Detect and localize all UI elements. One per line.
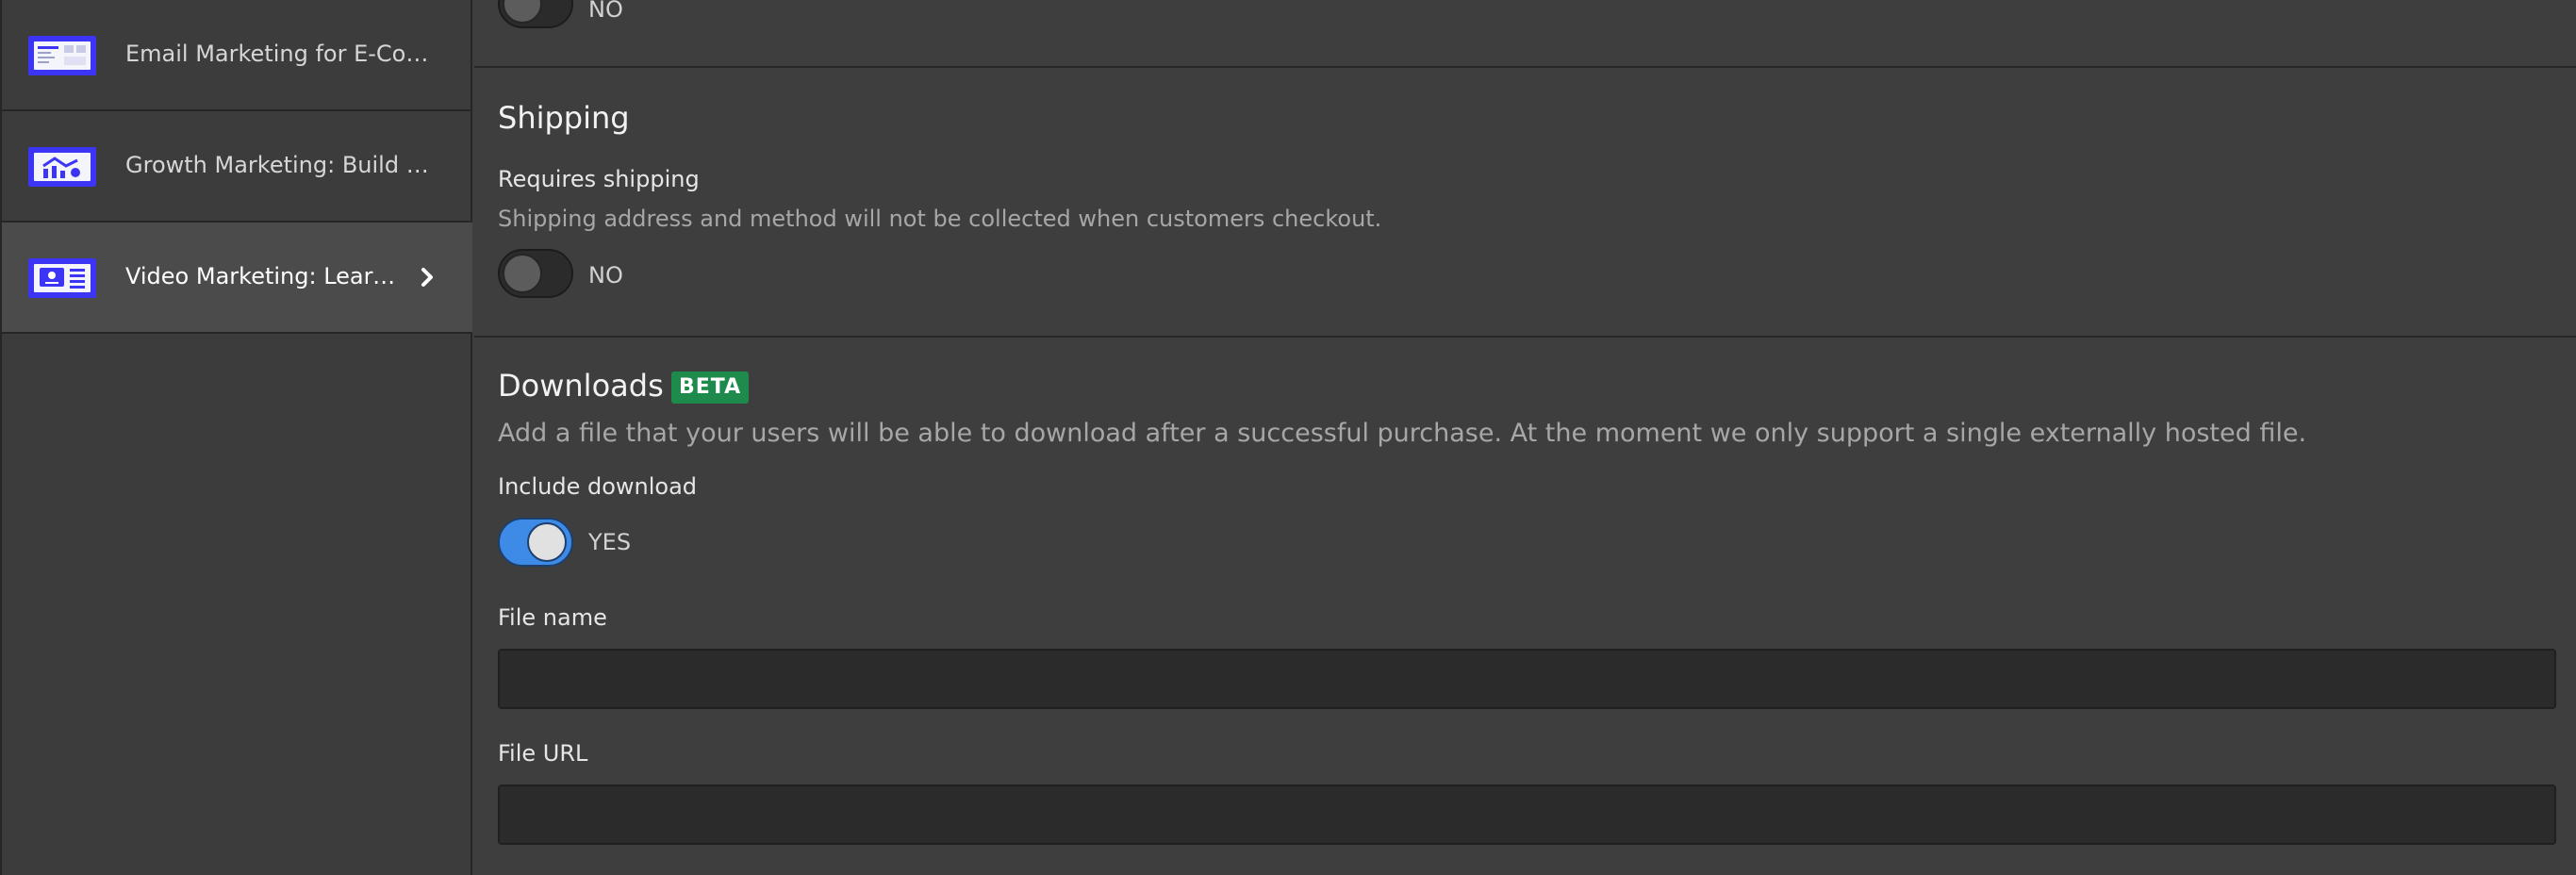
- beta-badge: BETA: [671, 371, 750, 404]
- downloads-section: Downloads BETA Add a file that your user…: [474, 338, 2576, 875]
- product-settings-panel: NO Shipping Requires shipping Shipping a…: [474, 0, 2576, 875]
- thumbnail-art: [40, 268, 85, 289]
- include-download-toggle[interactable]: [498, 518, 573, 567]
- file-url-input[interactable]: [498, 784, 2556, 845]
- app-window: Email Marketing for E-Com... Growth Mark…: [0, 0, 2576, 875]
- sidebar-item-label: Video Marketing: Learn t...: [125, 263, 408, 289]
- toggle-knob: [503, 0, 542, 24]
- shipping-section: Shipping Requires shipping Shipping addr…: [474, 68, 2576, 338]
- toggle-state-text: NO: [588, 0, 623, 23]
- file-name-input[interactable]: [498, 649, 2556, 709]
- requires-shipping-label: Requires shipping: [498, 166, 700, 192]
- sidebar-item-email-marketing[interactable]: Email Marketing for E-Com...: [2, 0, 472, 111]
- chevron-right-icon: [421, 268, 433, 287]
- requires-shipping-toggle[interactable]: [498, 249, 573, 298]
- course-thumbnail-icon: [28, 147, 96, 187]
- previous-setting-toggle[interactable]: [498, 0, 573, 28]
- toggle-state-text: NO: [588, 262, 623, 289]
- sidebar-item-label: Growth Marketing: Build Hi...: [125, 152, 437, 178]
- downloads-help-text: Add a file that your users will be able …: [498, 419, 2307, 448]
- downloads-heading: Downloads: [498, 368, 664, 404]
- sidebar-item-growth-marketing[interactable]: Growth Marketing: Build Hi...: [2, 111, 472, 223]
- course-thumbnail-icon: [28, 36, 96, 75]
- shipping-help-text: Shipping address and method will not be …: [498, 206, 1382, 232]
- file-url-label: File URL: [498, 740, 588, 767]
- previous-section: NO: [474, 0, 2576, 68]
- thumbnail-preview: [34, 264, 91, 292]
- sidebar-item-label: Email Marketing for E-Com...: [125, 41, 437, 67]
- course-thumbnail-icon: [28, 258, 96, 298]
- thumbnail-preview: [34, 153, 91, 181]
- include-download-label: Include download: [498, 473, 698, 500]
- file-name-label: File name: [498, 604, 607, 631]
- sidebar: Email Marketing for E-Com... Growth Mark…: [0, 0, 472, 875]
- sidebar-item-video-marketing[interactable]: Video Marketing: Learn t...: [2, 223, 472, 334]
- toggle-knob: [527, 522, 567, 562]
- thumbnail-art: [38, 45, 86, 65]
- thumbnail-art: [42, 157, 80, 178]
- shipping-heading: Shipping: [498, 100, 630, 136]
- thumbnail-preview: [34, 41, 91, 70]
- toggle-state-text: YES: [588, 529, 632, 555]
- toggle-knob: [503, 254, 542, 293]
